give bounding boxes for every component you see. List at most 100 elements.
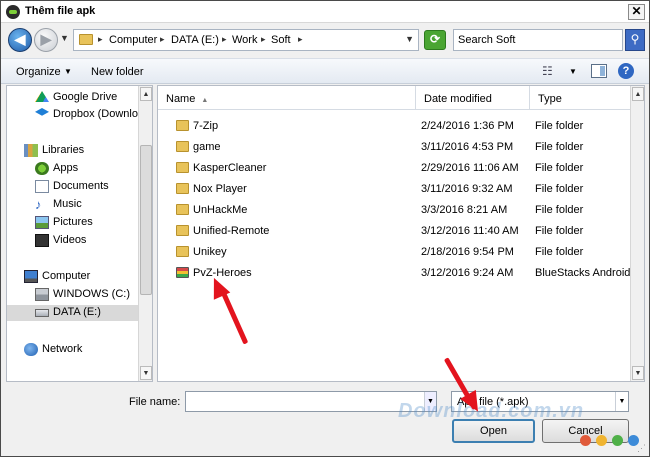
file-list-scrollbar[interactable]: ▲ ▼	[630, 86, 644, 381]
file-type: File folder	[535, 204, 584, 216]
nav-item-computer[interactable]: Computer	[24, 269, 145, 285]
breadcrumb-separator-icon[interactable]: ▸	[160, 34, 165, 45]
nav-item-label: Network	[42, 343, 83, 355]
file-date: 3/3/2016 8:21 AM	[421, 204, 508, 216]
nav-pane-scrollbar[interactable]: ▲ ▼	[138, 86, 152, 381]
drive-icon	[35, 309, 49, 317]
file-name: UnHackMe	[193, 204, 248, 216]
videos-icon	[35, 234, 49, 247]
file-type: File folder	[535, 246, 584, 258]
nav-item-label: WINDOWS (C:)	[53, 288, 130, 300]
organize-button[interactable]: Organize	[16, 66, 61, 78]
file-type: File folder	[535, 120, 584, 132]
search-icon[interactable]: ⚲	[625, 29, 645, 51]
file-name: game	[193, 141, 221, 153]
breadcrumb-separator-icon[interactable]: ▸	[222, 34, 227, 45]
nav-item-network[interactable]: Network	[24, 342, 145, 358]
watermark-dot	[612, 435, 623, 446]
command-toolbar: Organize ▼ New folder ☷ ▼ ?	[1, 58, 649, 84]
nav-item-music[interactable]: ♪ Music	[35, 197, 145, 213]
file-name: Nox Player	[193, 183, 247, 195]
window-title: Thêm file apk	[25, 5, 96, 17]
nav-item-dropbox[interactable]: Dropbox (Downloa	[35, 107, 145, 123]
refresh-button[interactable]: ⟳	[424, 30, 446, 50]
nav-item-label: Documents	[53, 180, 109, 192]
file-name: 7-Zip	[193, 120, 219, 132]
folder-icon	[176, 120, 189, 131]
view-options-icon[interactable]: ☷	[542, 64, 553, 78]
table-row[interactable]: PvZ-Heroes 3/12/2016 9:24 AM BlueStacks An…	[158, 263, 643, 284]
resize-grip-icon[interactable]: ⋰	[637, 443, 646, 454]
watermark-dot	[580, 435, 591, 446]
watermark-dot	[596, 435, 607, 446]
nav-item-label: Dropbox (Downloa	[53, 108, 145, 120]
libraries-icon	[24, 144, 38, 157]
table-row[interactable]: UnHackMe 3/3/2016 8:21 AM File folder	[158, 200, 633, 221]
nav-item-windows-drive[interactable]: WINDOWS (C:)	[35, 287, 145, 303]
table-row[interactable]: Nox Player 3/11/2016 9:32 AM File folder	[158, 179, 633, 200]
file-date: 2/24/2016 1:36 PM	[421, 120, 514, 132]
preview-pane-icon[interactable]	[591, 64, 607, 78]
recent-locations-icon[interactable]: ▼	[60, 33, 69, 43]
breadcrumb-item-work[interactable]: Work	[232, 34, 257, 46]
breadcrumb-item-soft[interactable]: Soft	[271, 34, 291, 46]
column-header-label: Date modified	[424, 93, 492, 105]
dropbox-icon	[35, 108, 49, 116]
help-button[interactable]: ?	[618, 63, 634, 79]
watermark-dot	[628, 435, 639, 446]
table-row[interactable]: Unikey 2/18/2016 9:54 PM File folder	[158, 242, 633, 263]
file-name: Unified-Remote	[193, 225, 270, 237]
open-file-dialog: Thêm file apk ✕ ◀ ▶ ▼ ▸ Computer ▸ DATA …	[0, 0, 650, 457]
scrollbar-thumb[interactable]	[140, 145, 152, 295]
table-row[interactable]: KasperCleaner 2/29/2016 11:06 AM File fold…	[158, 158, 633, 179]
file-name-label: File name:	[129, 396, 181, 408]
file-date: 3/12/2016 11:40 AM	[421, 225, 519, 237]
nav-item-data-drive[interactable]: DATA (E:)	[7, 305, 145, 321]
table-row[interactable]: Unified-Remote 3/12/2016 11:40 AM File fol…	[158, 221, 633, 242]
breadcrumb-separator-icon[interactable]: ▸	[261, 34, 266, 45]
file-date: 3/12/2016 9:24 AM	[421, 267, 514, 279]
file-type: File folder	[535, 141, 584, 153]
nav-item-pictures[interactable]: Pictures	[35, 215, 145, 231]
address-dropdown-icon[interactable]: ▼	[405, 34, 414, 44]
column-header-label: Name	[166, 93, 196, 105]
nav-item-videos[interactable]: Videos	[35, 233, 145, 249]
column-header-name[interactable]: Name ▲	[158, 86, 416, 110]
breadcrumb-item-data-drive[interactable]: DATA (E:)	[171, 34, 219, 46]
nav-item-documents[interactable]: Documents	[35, 179, 145, 195]
scroll-up-icon[interactable]: ▲	[140, 87, 152, 101]
nav-item-label: DATA (E:)	[53, 306, 101, 318]
column-header-date[interactable]: Date modified	[416, 86, 530, 110]
new-folder-button[interactable]: New folder	[91, 66, 144, 78]
scroll-up-icon[interactable]: ▲	[632, 87, 644, 101]
organize-dropdown-icon[interactable]: ▼	[64, 67, 72, 76]
scroll-down-icon[interactable]: ▼	[140, 366, 152, 380]
file-type: BlueStacks Android ...	[535, 267, 643, 279]
search-input[interactable]: Search Soft	[453, 29, 623, 51]
scroll-down-icon[interactable]: ▼	[632, 366, 644, 380]
nav-item-label: Videos	[53, 234, 87, 246]
nav-item-label: Pictures	[53, 216, 93, 228]
breadcrumb-separator-icon[interactable]: ▸	[98, 34, 103, 45]
address-bar-row: ◀ ▶ ▼ ▸ Computer ▸ DATA (E:) ▸ Work ▸ So…	[1, 26, 649, 54]
back-button[interactable]: ◀	[8, 28, 32, 52]
table-row[interactable]: 7-Zip 2/24/2016 1:36 PM File folder	[158, 116, 633, 137]
nav-item-libraries[interactable]: Libraries	[24, 143, 145, 159]
folder-icon	[79, 34, 93, 45]
file-type: File folder	[535, 162, 584, 174]
breadcrumb-separator-icon[interactable]: ▸	[298, 34, 303, 45]
forward-button[interactable]: ▶	[34, 28, 58, 52]
breadcrumb[interactable]: ▸ Computer ▸ DATA (E:) ▸ Work ▸ Soft ▸ ▼	[73, 29, 419, 51]
file-date: 3/11/2016 9:32 AM	[421, 183, 513, 195]
nav-item-apps[interactable]: Apps	[35, 161, 145, 177]
file-type-dropdown-icon[interactable]: ▼	[615, 392, 628, 411]
folder-icon	[176, 246, 189, 257]
close-button[interactable]: ✕	[628, 4, 645, 20]
pictures-icon	[35, 216, 49, 229]
nav-item-label: Computer	[42, 270, 91, 282]
nav-item-google-drive[interactable]: Google Drive	[35, 90, 145, 106]
breadcrumb-item-computer[interactable]: Computer	[109, 34, 157, 46]
view-dropdown-icon[interactable]: ▼	[569, 67, 577, 76]
table-row[interactable]: game 3/11/2016 4:53 PM File folder	[158, 137, 633, 158]
column-header-type[interactable]: Type	[530, 86, 633, 110]
